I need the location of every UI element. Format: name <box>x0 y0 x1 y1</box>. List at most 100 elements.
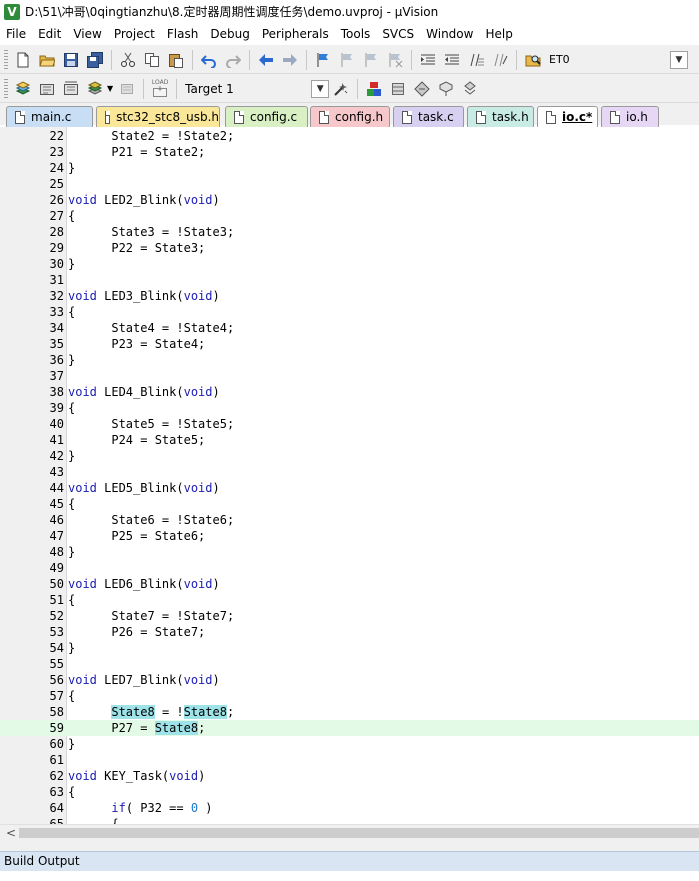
bookmark-button[interactable] <box>312 49 334 71</box>
code-line[interactable]: 62 void KEY_Task(void) <box>0 768 699 784</box>
menu-help[interactable]: Help <box>479 23 518 45</box>
batch-build-button[interactable] <box>84 78 106 100</box>
target-select[interactable]: Target 1 ▼ <box>181 79 330 98</box>
bookmark-prev-button[interactable] <box>336 49 358 71</box>
undo-button[interactable] <box>198 49 220 71</box>
manage-components-button[interactable] <box>363 78 385 100</box>
code-line[interactable]: 49 <box>0 560 699 576</box>
horizontal-scrollbar[interactable]: < <box>0 824 699 841</box>
menu-project[interactable]: Project <box>108 23 161 45</box>
unindent-button[interactable] <box>441 49 463 71</box>
code-line[interactable]: 55 <box>0 656 699 672</box>
code-line[interactable]: 42} <box>0 448 699 464</box>
find-combo-arrow[interactable]: ▼ <box>670 51 688 69</box>
code-line[interactable]: 32 void LED3_Blink(void) <box>0 288 699 304</box>
load-button[interactable]: LOAD <box>149 78 171 100</box>
code-line[interactable]: 57 { <box>0 688 699 704</box>
copy-button[interactable] <box>141 49 163 71</box>
code-line[interactable]: 35 P23 = State4; <box>0 336 699 352</box>
select-packs-button[interactable] <box>387 78 409 100</box>
scroll-left-icon[interactable]: < <box>6 826 16 840</box>
code-line[interactable]: 44 void LED5_Blink(void) <box>0 480 699 496</box>
code-line[interactable]: 46 State6 = !State6; <box>0 512 699 528</box>
code-line[interactable]: 63 { <box>0 784 699 800</box>
find-combo-value[interactable]: ET0 <box>549 53 570 66</box>
code-line[interactable]: 65 { <box>0 816 699 824</box>
open-folder-button[interactable] <box>36 49 58 71</box>
splitter[interactable] <box>0 841 699 851</box>
forward-button[interactable] <box>279 49 301 71</box>
code-line[interactable]: 45 { <box>0 496 699 512</box>
menu-peripherals[interactable]: Peripherals <box>256 23 335 45</box>
tab-main-c[interactable]: main.c <box>6 106 93 127</box>
code-line[interactable]: 48} <box>0 544 699 560</box>
tab-task-c[interactable]: task.c <box>393 106 464 127</box>
code-line[interactable]: 28 State3 = !State3; <box>0 224 699 240</box>
code-line[interactable]: 22 State2 = !State2; <box>0 128 699 144</box>
bookmark-clear-button[interactable] <box>384 49 406 71</box>
code-line[interactable]: 23 P21 = State2; <box>0 144 699 160</box>
menu-file[interactable]: File <box>0 23 32 45</box>
code-line[interactable]: 52 State7 = !State7; <box>0 608 699 624</box>
menu-edit[interactable]: Edit <box>32 23 67 45</box>
back-button[interactable] <box>255 49 277 71</box>
new-file-button[interactable] <box>12 49 34 71</box>
code-line[interactable]: 43 <box>0 464 699 480</box>
bookmark-next-button[interactable] <box>360 49 382 71</box>
code-line[interactable]: 47 P25 = State6; <box>0 528 699 544</box>
comment-button[interactable] <box>465 49 487 71</box>
chevron-down-icon[interactable]: ▼ <box>107 84 113 93</box>
code-line[interactable]: 41 P24 = State5; <box>0 432 699 448</box>
templates-button[interactable] <box>459 78 481 100</box>
code-line[interactable]: 56 void LED7_Blink(void) <box>0 672 699 688</box>
code-line[interactable]: 64 if( P32 == 0 ) <box>0 800 699 816</box>
tab-task-h[interactable]: task.h <box>467 106 534 127</box>
code-line[interactable]: 61 <box>0 752 699 768</box>
code-line[interactable]: 59 P27 = State8; <box>0 720 699 736</box>
tab-io-h[interactable]: io.h <box>601 106 659 127</box>
toolbar-grip[interactable] <box>4 49 8 70</box>
uncomment-button[interactable] <box>489 49 511 71</box>
stop-build-button[interactable] <box>116 78 138 100</box>
code-line[interactable]: 53 P26 = State7; <box>0 624 699 640</box>
save-button[interactable] <box>60 49 82 71</box>
code-line[interactable]: 37 <box>0 368 699 384</box>
target-options-button[interactable] <box>330 78 352 100</box>
scrollbar-thumb[interactable] <box>19 828 699 838</box>
menu-tools[interactable]: Tools <box>335 23 377 45</box>
code-line[interactable]: 24} <box>0 160 699 176</box>
indent-button[interactable] <box>417 49 439 71</box>
redo-button[interactable] <box>222 49 244 71</box>
build-output-panel[interactable] <box>0 871 699 881</box>
code-line[interactable]: 29 P22 = State3; <box>0 240 699 256</box>
code-line[interactable]: 27 { <box>0 208 699 224</box>
cut-button[interactable] <box>117 49 139 71</box>
chevron-down-icon[interactable]: ▼ <box>311 79 330 98</box>
tab-io-c[interactable]: io.c* <box>537 106 598 127</box>
menu-debug[interactable]: Debug <box>204 23 255 45</box>
paste-button[interactable] <box>165 49 187 71</box>
translate-button[interactable] <box>12 78 34 100</box>
tab-config-c[interactable]: config.c <box>225 106 308 127</box>
tab-config-h[interactable]: config.h <box>310 106 390 127</box>
code-line[interactable]: 31 <box>0 272 699 288</box>
menu-flash[interactable]: Flash <box>161 23 204 45</box>
code-line[interactable]: 25 <box>0 176 699 192</box>
code-line[interactable]: 38 void LED4_Blink(void) <box>0 384 699 400</box>
functions-button[interactable] <box>435 78 457 100</box>
code-line[interactable]: 50 void LED6_Blink(void) <box>0 576 699 592</box>
rebuild-button[interactable] <box>60 78 82 100</box>
menu-view[interactable]: View <box>67 23 107 45</box>
code-line[interactable]: 36} <box>0 352 699 368</box>
code-line[interactable]: 39 { <box>0 400 699 416</box>
code-line[interactable]: 40 State5 = !State5; <box>0 416 699 432</box>
find-in-files-button[interactable] <box>522 49 544 71</box>
code-line[interactable]: 58 State8 = !State8; <box>0 704 699 720</box>
toolbar-grip[interactable] <box>4 78 8 99</box>
books-button[interactable] <box>411 78 433 100</box>
save-all-button[interactable] <box>84 49 106 71</box>
menu-svcs[interactable]: SVCS <box>376 23 420 45</box>
build-button[interactable] <box>36 78 58 100</box>
code-line[interactable]: 60} <box>0 736 699 752</box>
tab-stc32-stc8-usb-h[interactable]: stc32_stc8_usb.h <box>96 106 220 127</box>
